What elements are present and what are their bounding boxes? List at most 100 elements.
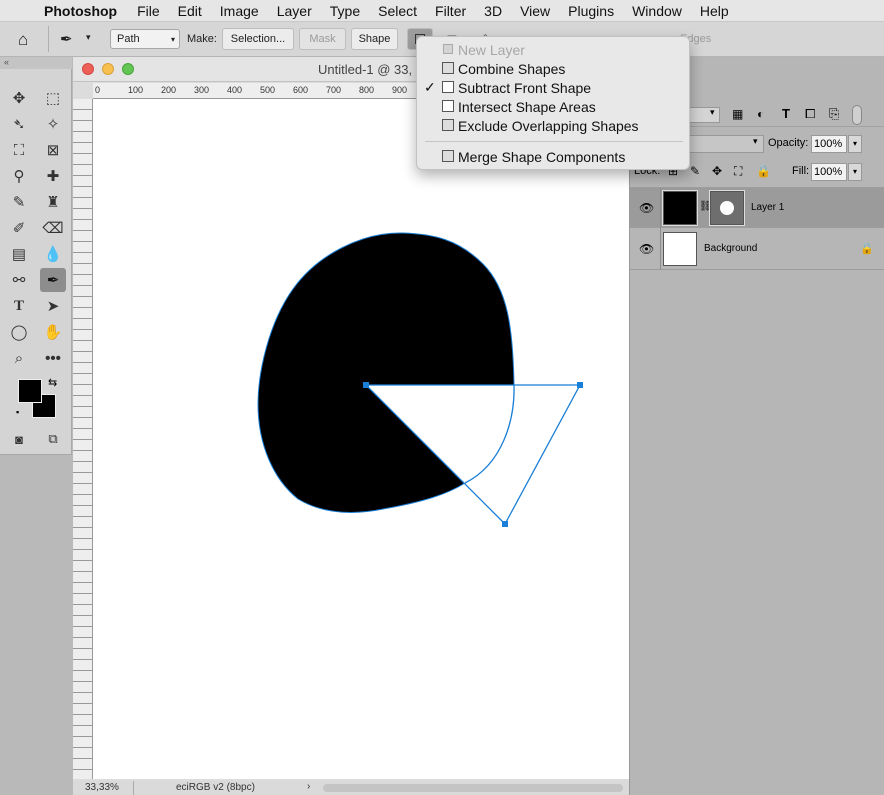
pixel-filter-icon[interactable]: ▦ (732, 107, 743, 121)
layer-name[interactable]: Background (704, 243, 757, 254)
magic-wand-icon[interactable]: ✧ (40, 112, 66, 136)
eyedropper-icon[interactable]: ⚲ (6, 164, 32, 188)
menu-image[interactable]: Image (220, 3, 259, 19)
menu-item-intersect-shape-areas[interactable]: Intersect Shape Areas (417, 97, 691, 116)
pen-tool-icon[interactable]: ✒ (40, 268, 66, 292)
toolbox-grip[interactable]: « (0, 57, 72, 69)
menu-edit[interactable]: Edit (178, 3, 202, 19)
fill-input[interactable]: 100% (811, 163, 847, 181)
layer-row-background[interactable]: 👁 Background 🔒 (630, 229, 884, 270)
vector-mask-thumbnail[interactable] (709, 190, 745, 226)
menu-separator (425, 141, 683, 142)
layer-row-layer-1[interactable]: 👁 ⛓ Layer 1 (630, 187, 884, 229)
marquee-tool-icon[interactable]: ⬚ (40, 86, 66, 110)
eraser-tool-icon[interactable]: ⌫ (40, 216, 66, 240)
opacity-input[interactable]: 100% (811, 135, 847, 153)
crop-tool-icon[interactable]: ⛶ (6, 138, 32, 162)
menu-select[interactable]: Select (378, 3, 417, 19)
path-mode-select[interactable]: Path ▾ (110, 29, 180, 49)
home-icon[interactable]: ⌂ (18, 30, 28, 50)
hand-tool-icon[interactable]: ✋ (40, 320, 66, 344)
move-tool-icon[interactable]: ✥ (6, 86, 32, 110)
mask-button[interactable]: Mask (299, 28, 346, 50)
stamp-tool-icon[interactable]: ♜ (40, 190, 66, 214)
anchor-point[interactable] (577, 382, 583, 388)
zoom-tool-icon[interactable]: ⌕ (6, 346, 32, 370)
canvas[interactable] (93, 99, 629, 779)
menu-3d[interactable]: 3D (484, 3, 502, 19)
layer-thumbnail[interactable] (662, 190, 698, 226)
new-layer-icon (443, 44, 453, 54)
healing-brush-icon[interactable]: ✚ (40, 164, 66, 188)
type-tool-icon[interactable]: T (6, 294, 32, 318)
layer-thumbnail[interactable] (663, 232, 697, 266)
ruler-tick: 400 (227, 85, 243, 95)
lock-artboard-icon[interactable]: ⛶ (734, 164, 742, 179)
chevron-down-icon[interactable]: ▾ (848, 135, 862, 153)
menu-type[interactable]: Type (330, 3, 360, 19)
anchor-point[interactable] (502, 521, 508, 527)
filter-toggle[interactable] (852, 105, 862, 125)
shape-button[interactable]: Shape (351, 28, 398, 50)
history-brush-icon[interactable]: ✐ (6, 216, 32, 240)
ruler-tick: 700 (326, 85, 342, 95)
menu-layer[interactable]: Layer (277, 3, 312, 19)
menu-filter[interactable]: Filter (435, 3, 466, 19)
close-window-button[interactable] (82, 63, 94, 75)
smart-object-filter-icon[interactable]: ⎘ (829, 106, 839, 122)
mask-shape-icon (720, 201, 734, 215)
menu-item-new-layer[interactable]: New Layer (417, 40, 691, 59)
frame-tool-icon[interactable]: ⊠ (40, 138, 66, 162)
more-tools-icon[interactable]: ••• (40, 346, 66, 370)
divider (48, 26, 49, 52)
zoom-window-button[interactable] (122, 63, 134, 75)
eye-icon[interactable]: 👁 (639, 201, 654, 215)
selection-button[interactable]: Selection... (222, 28, 294, 50)
lock-image-icon[interactable]: ✎ (690, 164, 700, 178)
anchor-point[interactable] (363, 382, 369, 388)
pen-tool-icon[interactable]: ✒ (60, 30, 73, 48)
ellipse-tool-icon[interactable]: ◯ (6, 320, 32, 344)
minimize-window-button[interactable] (102, 63, 114, 75)
subtract-front-shape-icon (442, 81, 454, 93)
brush-tool-icon[interactable]: ✎ (6, 190, 32, 214)
gradient-tool-icon[interactable]: ▤ (6, 242, 32, 266)
exclude-overlapping-shapes-icon (442, 119, 454, 131)
swap-colors-icon[interactable]: ⇆ (48, 376, 57, 389)
ruler-tick: 800 (359, 85, 375, 95)
blur-tool-icon[interactable]: 💧 (40, 242, 66, 266)
path-operations-menu: New Layer Combine Shapes ✓ Subtract Fron… (416, 36, 690, 170)
chevron-right-icon[interactable]: › (307, 781, 310, 792)
menu-item-merge-shape-components[interactable]: Merge Shape Components (417, 147, 691, 166)
zoom-level[interactable]: 33,33% (85, 782, 119, 793)
type-filter-icon[interactable]: T (782, 106, 790, 121)
lock-all-icon[interactable]: 🔒 (756, 164, 771, 178)
layer-name[interactable]: Layer 1 (751, 202, 784, 213)
menu-view[interactable]: View (520, 3, 550, 19)
divider (133, 781, 134, 795)
chevron-down-icon[interactable]: ▾ (86, 32, 91, 43)
menu-file[interactable]: File (137, 3, 160, 19)
menu-item-combine-shapes[interactable]: Combine Shapes (417, 59, 691, 78)
document-title: Untitled-1 @ 33, (318, 62, 413, 77)
screen-mode-icon[interactable]: ⧉ (40, 427, 66, 451)
path-selection-icon[interactable]: ➤ (40, 294, 66, 318)
lasso-tool-icon[interactable]: ➴ (6, 112, 32, 136)
dodge-tool-icon[interactable]: ⚯ (6, 268, 32, 292)
menu-help[interactable]: Help (700, 3, 729, 19)
app-menu[interactable]: Photoshop (44, 3, 117, 19)
adjustment-filter-icon[interactable]: ◐ (757, 107, 764, 121)
lock-position-icon[interactable]: ✥ (712, 164, 722, 178)
chevron-down-icon[interactable]: ▾ (848, 163, 862, 181)
chevron-down-icon: ▾ (710, 107, 715, 117)
eye-icon[interactable]: 👁 (639, 242, 654, 256)
quick-mask-icon[interactable]: ◙ (6, 427, 32, 451)
menu-plugins[interactable]: Plugins (568, 3, 614, 19)
default-colors-icon[interactable]: ▪ (16, 407, 19, 417)
horizontal-scrollbar[interactable] (323, 784, 623, 792)
foreground-color-swatch[interactable] (18, 379, 42, 403)
menu-window[interactable]: Window (632, 3, 682, 19)
shape-filter-icon[interactable]: ⧠ (805, 106, 815, 122)
menu-item-exclude-overlapping-shapes[interactable]: Exclude Overlapping Shapes (417, 116, 691, 135)
menu-item-subtract-front-shape[interactable]: ✓ Subtract Front Shape (417, 78, 691, 97)
